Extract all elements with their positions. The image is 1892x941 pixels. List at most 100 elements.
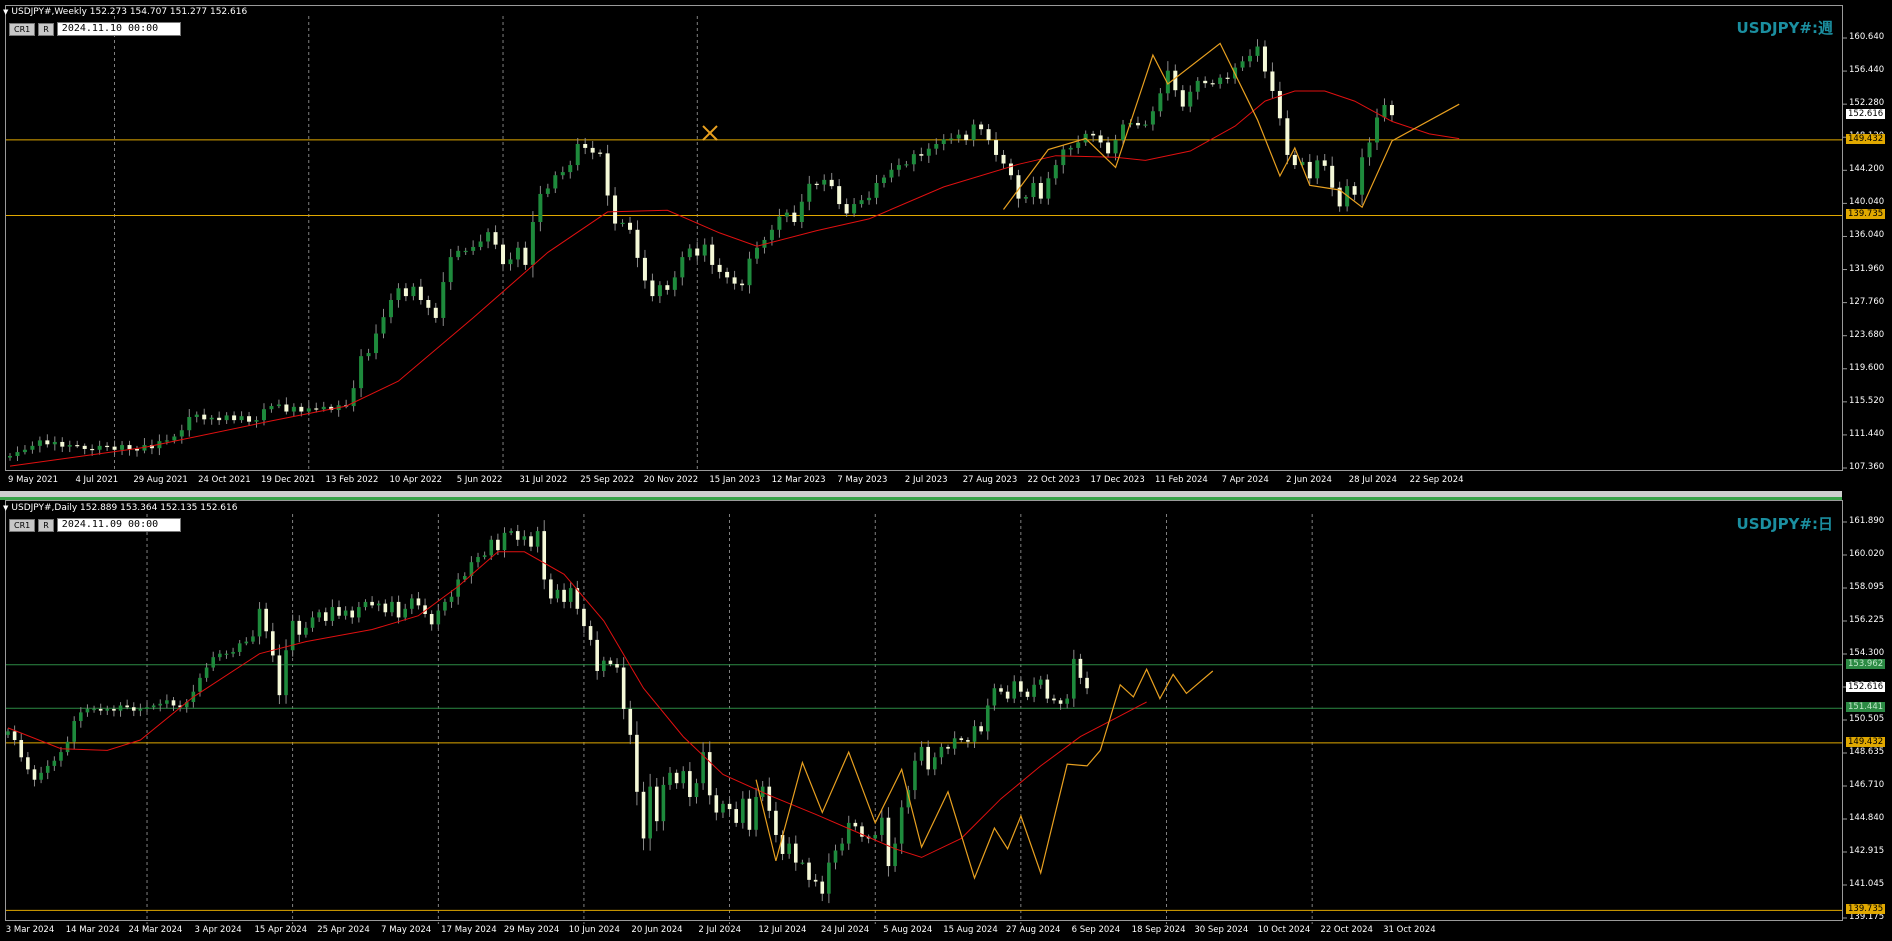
top-candle-body <box>949 138 954 140</box>
pane-separator[interactable] <box>0 491 1842 500</box>
bottom-candle-body <box>588 626 593 640</box>
top-x-tick-label: 31 Jul 2022 <box>519 475 568 485</box>
bottom-candle-body <box>6 731 10 735</box>
top-candle-body <box>239 416 244 421</box>
top-candle-body <box>1023 197 1028 199</box>
bottom-candle-body <box>668 772 672 785</box>
top-candle-body <box>964 134 969 141</box>
collapse-triangle-icon[interactable]: ▼ <box>3 8 8 16</box>
bottom-candle-body <box>721 803 725 813</box>
top-candle-body <box>635 229 640 258</box>
bottom-candle-body <box>131 707 136 711</box>
top-candle-body <box>881 177 886 184</box>
top-candle-body <box>164 440 169 442</box>
bottom-candle-body <box>383 603 388 613</box>
top-candle-body <box>381 317 386 334</box>
top-candle-body <box>1367 142 1372 158</box>
top-candle-body <box>1330 165 1335 188</box>
top-candle-body <box>732 277 737 284</box>
bottom-candle-body <box>595 639 599 671</box>
bottom-candle-body <box>264 608 268 632</box>
top-candle-body <box>545 188 550 194</box>
bottom-candle-body <box>297 620 302 635</box>
bottom-candle-body <box>873 834 878 839</box>
weekly-chart-canvas[interactable] <box>0 0 1892 491</box>
bottom-candle-body <box>648 786 652 839</box>
bottom-candle-body <box>337 607 341 616</box>
top-candle-body <box>755 247 759 259</box>
bottom-x-tick-label: 30 Sep 2024 <box>1194 925 1249 935</box>
top-candle-body <box>448 257 453 283</box>
top-candle-body <box>994 140 999 155</box>
top-candle-body <box>1001 154 1006 164</box>
top-candle-body <box>97 445 102 450</box>
bottom-candle-body <box>535 531 540 547</box>
bottom-y-tick-label: 144.840 <box>1849 813 1885 823</box>
top-candle-body <box>1292 154 1297 166</box>
top-x-tick-label: 2 Jul 2023 <box>904 475 948 485</box>
bottom-x-tick-label: 31 Oct 2024 <box>1383 925 1436 935</box>
weekly-datetime-input[interactable]: 2024.11.10 00:00 <box>56 22 181 36</box>
bottom-candle-body <box>1032 684 1036 697</box>
bottom-candle-body <box>370 601 374 606</box>
bottom-candle-body <box>85 708 90 713</box>
bottom-candle-body <box>919 746 924 761</box>
bottom-candle-body <box>1065 698 1069 704</box>
bottom-y-tick-label: 150.505 <box>1849 714 1885 724</box>
daily-chart-pane[interactable]: ▼ USDJPY#,Daily 152.889 153.364 152.135 1… <box>0 500 1892 941</box>
bottom-x-tick-label: 25 Apr 2024 <box>317 925 370 935</box>
top-candle-body <box>926 148 931 156</box>
top-candle-body <box>1008 163 1013 176</box>
bottom-y-tick-label: 156.225 <box>1849 615 1885 625</box>
top-y-tick-label: 160.640 <box>1849 32 1885 42</box>
bottom-candle-body <box>1038 679 1043 685</box>
bottom-x-tick-label: 5 Aug 2024 <box>883 925 933 935</box>
bottom-candle-body <box>65 741 70 753</box>
daily-cr-button[interactable]: CR1 <box>9 518 36 532</box>
bottom-candle-body <box>443 601 447 611</box>
daily-r-button[interactable]: R <box>38 518 54 532</box>
top-candle-body <box>134 448 139 451</box>
top-y-tick-label: 156.440 <box>1849 65 1885 76</box>
top-candle-body <box>456 250 461 258</box>
top-candle-body <box>486 232 491 242</box>
bottom-price-label: 151.441 <box>1846 702 1886 713</box>
bottom-candle-body <box>224 653 229 655</box>
top-candle-body <box>463 250 468 253</box>
daily-datetime-input[interactable]: 2024.11.09 00:00 <box>56 518 181 532</box>
bottom-x-tick-label: 10 Oct 2024 <box>1257 925 1311 935</box>
top-candle-body <box>1091 133 1096 136</box>
collapse-triangle-icon[interactable]: ▼ <box>3 504 8 512</box>
weekly-chart-pane[interactable]: ▼ USDJPY#,Weekly 152.273 154.707 151.277 … <box>0 0 1892 491</box>
top-y-tick-label: 152.280 <box>1849 98 1885 109</box>
top-x-tick-label: 11 Feb 2024 <box>1154 475 1208 485</box>
top-candle-body <box>792 212 797 223</box>
top-price-label: 152.616 <box>1846 109 1886 120</box>
top-x-tick-label: 22 Oct 2023 <box>1027 475 1081 485</box>
bottom-candle-body <box>112 708 116 711</box>
bottom-candle-body <box>568 588 573 602</box>
bottom-candle-body <box>158 703 163 706</box>
bottom-candle-body <box>171 700 176 706</box>
weekly-r-button[interactable]: R <box>38 22 54 36</box>
bottom-x-tick-label: 24 Mar 2024 <box>128 925 183 935</box>
bottom-candle-body <box>549 579 553 599</box>
bottom-candle-body <box>1085 677 1089 689</box>
weekly-chart-controls: CR1 R 2024.11.10 00:00 <box>9 22 181 36</box>
bottom-candle-body <box>681 771 686 784</box>
bottom-candle-body <box>985 705 990 732</box>
bottom-candle-body <box>707 752 712 796</box>
top-x-tick-label: 9 May 2021 <box>7 475 59 485</box>
bottom-candle-body <box>416 598 421 606</box>
daily-chart-canvas[interactable] <box>0 500 1892 941</box>
top-candle-body <box>441 282 446 318</box>
bottom-candle-body <box>787 843 791 854</box>
bottom-candle-body <box>92 708 96 711</box>
weekly-cr-button[interactable]: CR1 <box>9 22 36 36</box>
top-candle-body <box>37 440 42 446</box>
bottom-candle-body <box>813 879 818 882</box>
top-candle-body <box>276 404 281 407</box>
top-x-tick-label: 25 Sep 2022 <box>580 475 635 485</box>
bottom-candle-body <box>754 796 758 830</box>
top-candle-body <box>911 154 916 165</box>
